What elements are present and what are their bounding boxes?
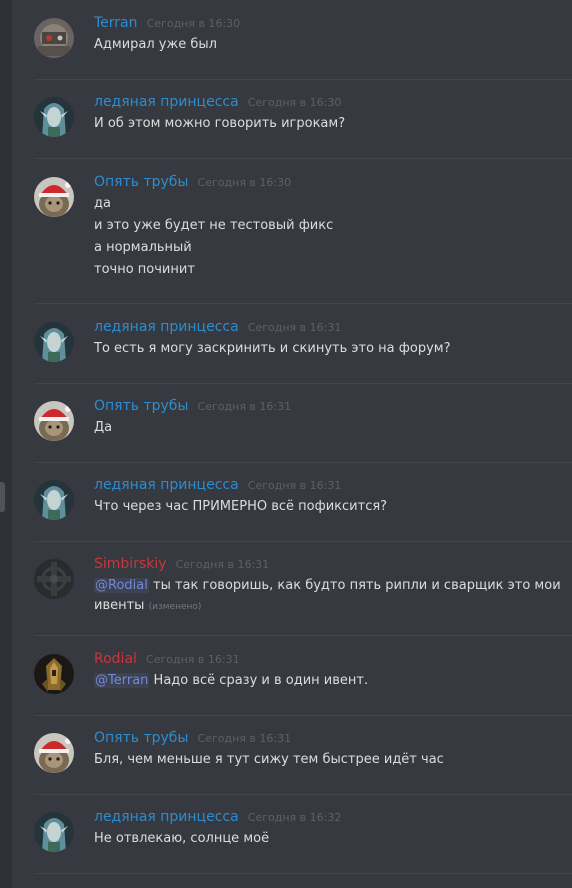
message-text: Надо всё сразу и в один ивент. <box>153 673 369 688</box>
message-timestamp: Сегодня в 16:32 <box>247 811 342 824</box>
message-line: @Terran Надо всё сразу и в один ивент. <box>94 670 564 692</box>
message-username[interactable]: ледяная принцесса <box>94 319 239 335</box>
message-username[interactable]: Simbirskiy <box>94 556 167 572</box>
message-line: @Rodial ты так говоришь, как будто пять … <box>94 575 564 597</box>
channel-sidebar-edge <box>0 0 12 888</box>
message-divider <box>34 794 572 795</box>
message-username[interactable]: Rodial <box>94 651 137 667</box>
message-divider <box>34 383 572 384</box>
elf-avatar[interactable] <box>34 480 74 520</box>
celtic-cross-avatar[interactable] <box>34 559 74 599</box>
message-timestamp: Сегодня в 16:31 <box>247 321 342 334</box>
message-line: ивенты (изменено) <box>94 597 564 616</box>
message-line: точно починит <box>94 262 195 277</box>
message-divider <box>34 541 572 542</box>
robot-avatar[interactable] <box>34 18 74 58</box>
message-divider <box>34 158 572 159</box>
elf-avatar[interactable] <box>34 322 74 362</box>
santa-cat-avatar[interactable] <box>34 401 74 441</box>
message-line: Бля, чем меньше я тут сижу тем быстрее и… <box>94 752 444 767</box>
elf-avatar[interactable] <box>34 97 74 137</box>
message-timestamp: Сегодня в 16:31 <box>197 400 292 413</box>
message-username[interactable]: Опять трубы <box>94 398 188 414</box>
message-divider <box>34 873 572 874</box>
message-line: Адмирал уже был <box>94 37 217 52</box>
message-username[interactable]: ледяная принцесса <box>94 94 239 110</box>
message-timestamp: Сегодня в 16:30 <box>197 176 292 189</box>
message-line: То есть я могу заскринить и скинуть это … <box>94 341 451 356</box>
message-timestamp: Сегодня в 16:31 <box>146 653 240 666</box>
message-username[interactable]: Terran <box>94 15 138 31</box>
message-line: И об этом можно говорить игрокам? <box>94 116 346 131</box>
edited-label: (изменено) <box>148 602 202 612</box>
message-line: Не отвлекаю, солнце моё <box>94 831 270 846</box>
message-divider <box>34 462 572 463</box>
user-mention[interactable]: @Terran <box>94 673 150 688</box>
message-divider <box>34 79 572 80</box>
message-divider <box>34 715 572 716</box>
chat-window: Terran Сегодня в 16:30 Адмирал уже был л… <box>0 0 572 888</box>
santa-cat-avatar[interactable] <box>34 733 74 773</box>
santa-cat-avatar[interactable] <box>34 177 74 217</box>
message-username[interactable]: Опять трубы <box>94 730 188 746</box>
message-timestamp: Сегодня в 16:30 <box>247 96 342 109</box>
message-line: и это уже будет не тестовый фикс <box>94 218 334 233</box>
elf-avatar[interactable] <box>34 812 74 852</box>
message-text: ты так говоришь, как будто пять рипли и … <box>153 578 561 593</box>
message-timestamp: Сегодня в 16:30 <box>146 17 241 30</box>
message-username[interactable]: Опять трубы <box>94 174 188 190</box>
warrior-avatar[interactable] <box>34 654 74 694</box>
sidebar-scroll-handle[interactable] <box>0 482 5 512</box>
message-line: а нормальный <box>94 240 192 255</box>
message-timestamp: Сегодня в 16:31 <box>197 732 292 745</box>
message-timestamp: Сегодня в 16:31 <box>175 558 270 571</box>
message-divider <box>34 303 572 304</box>
message-username[interactable]: ледяная принцесса <box>94 809 239 825</box>
user-mention[interactable]: @Rodial <box>94 578 149 593</box>
message-divider <box>34 635 572 636</box>
message-timestamp: Сегодня в 16:31 <box>247 479 342 492</box>
message-line: да <box>94 196 111 211</box>
message-line: Да <box>94 420 113 435</box>
message-text: ивенты <box>94 598 145 613</box>
message-line: Что через час ПРИМЕРНО всё пофиксится? <box>94 499 388 514</box>
message-username[interactable]: ледяная принцесса <box>94 477 239 493</box>
